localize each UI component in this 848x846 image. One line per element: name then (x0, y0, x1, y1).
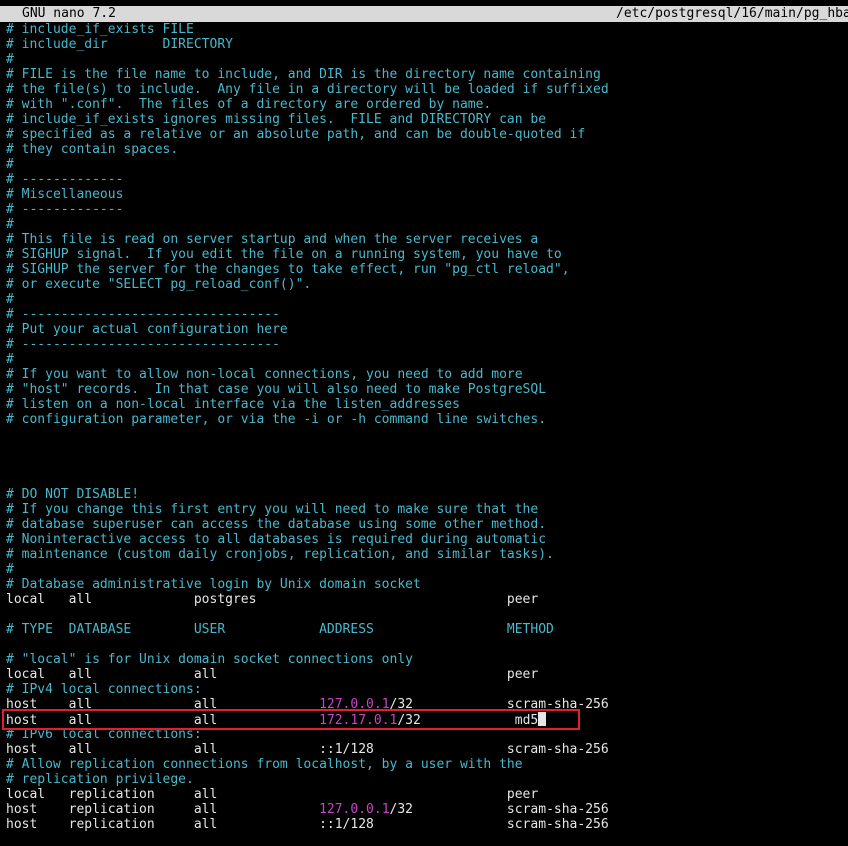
comment-line[interactable]: # listen on a non-local interface via th… (6, 397, 848, 412)
nano-title-bar: GNU nano 7.2 /etc/postgresql/16/main/pg_… (0, 6, 848, 22)
comment-line[interactable]: # maintenance (custom daily cronjobs, re… (6, 547, 848, 562)
comment-line[interactable]: # If you change this first entry you wil… (6, 502, 848, 517)
comment-line[interactable]: # "host" records. In that case you will … (6, 382, 848, 397)
comment-line[interactable]: # If you want to allow non-local connect… (6, 367, 848, 382)
comment-line[interactable]: # or execute "SELECT pg_reload_conf()". (6, 277, 848, 292)
open-file-path: /etc/postgresql/16/main/pg_hba (616, 6, 848, 21)
comment-line[interactable]: # configuration parameter, or via the -i… (6, 412, 848, 427)
comment-line[interactable]: # Noninteractive access to all databases… (6, 532, 848, 547)
comment-line[interactable]: # include_if_exists ignores missing file… (6, 112, 848, 127)
hba-entry-line[interactable]: local all all peer (6, 667, 848, 682)
comment-line[interactable]: # include_dir DIRECTORY (6, 37, 848, 52)
blank-line[interactable] (6, 427, 848, 442)
blank-line[interactable] (6, 607, 848, 622)
comment-line[interactable]: # This file is read on server startup an… (6, 232, 848, 247)
column-header-comment[interactable]: # TYPE DATABASE USER ADDRESS METHOD (6, 622, 848, 637)
comment-line[interactable]: # --------------------------------- (6, 307, 848, 322)
comment-line[interactable]: # with ".conf". The files of a directory… (6, 97, 848, 112)
blank-line[interactable] (6, 457, 848, 472)
comment-line[interactable]: # (6, 352, 848, 367)
comment-line[interactable]: # SIGHUP signal. If you edit the file on… (6, 247, 848, 262)
comment-line[interactable]: # --------------------------------- (6, 337, 848, 352)
comment-line[interactable]: # FILE is the file name to include, and … (6, 67, 848, 82)
comment-line[interactable]: # SIGHUP the server for the changes to t… (6, 262, 848, 277)
hba-entry-line[interactable]: local all postgres peer (6, 592, 848, 607)
comment-line[interactable]: # include_if_exists FILE (6, 22, 848, 37)
comment-line[interactable]: # specified as a relative or an absolute… (6, 127, 848, 142)
blank-line[interactable] (6, 442, 848, 457)
entry-fields: host replication all (6, 802, 320, 817)
comment-line[interactable]: # Database administrative login by Unix … (6, 577, 848, 592)
comment-line[interactable]: # database superuser can access the data… (6, 517, 848, 532)
comment-line[interactable]: # they contain spaces. (6, 142, 848, 157)
comment-line[interactable]: # (6, 292, 848, 307)
comment-line[interactable]: # Allow replication connections from loc… (6, 757, 848, 772)
comment-line[interactable]: # DO NOT DISABLE! (6, 487, 848, 502)
comment-line[interactable]: # Put your actual configuration here (6, 322, 848, 337)
comment-line[interactable]: # (6, 217, 848, 232)
comment-line[interactable]: # "local" is for Unix domain socket conn… (6, 652, 848, 667)
blank-line[interactable] (6, 472, 848, 487)
comment-line[interactable]: # (6, 562, 848, 577)
comment-line[interactable]: # ------------- (6, 202, 848, 217)
entry-method: /32 scram-sha-256 (389, 802, 609, 817)
comment-line[interactable]: # ------------- (6, 172, 848, 187)
comment-line[interactable]: # (6, 52, 848, 67)
comment-line[interactable]: # replication privilege. (6, 772, 848, 787)
comment-line[interactable]: # Miscellaneous (6, 187, 848, 202)
hba-entry-line[interactable]: host all all ::1/128 scram-sha-256 (6, 742, 848, 757)
highlight-annotation-box (2, 709, 580, 730)
comment-line[interactable]: # the file(s) to include. Any file in a … (6, 82, 848, 97)
comment-line[interactable]: # IPv4 local connections: (6, 682, 848, 697)
hba-entry-line[interactable]: host replication all ::1/128 scram-sha-2… (6, 817, 848, 832)
blank-line[interactable] (6, 637, 848, 652)
comment-line[interactable]: # (6, 157, 848, 172)
ip-address: 127.0.0.1 (319, 802, 390, 817)
hba-entry-line[interactable]: local replication all peer (6, 787, 848, 802)
editor-app-name: GNU nano 7.2 (22, 6, 116, 21)
hba-entry-line[interactable]: host replication all 127.0.0.1/32 scram-… (6, 802, 848, 817)
